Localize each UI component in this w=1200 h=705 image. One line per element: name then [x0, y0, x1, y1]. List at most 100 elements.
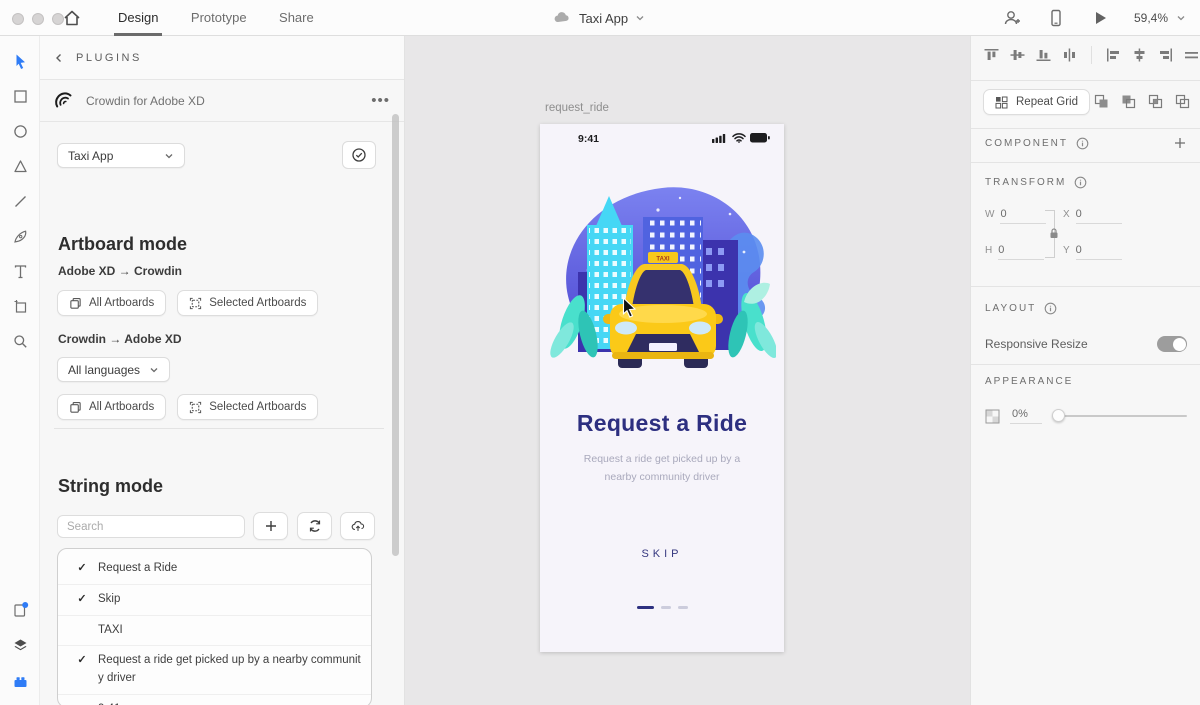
check-sync-button[interactable] — [342, 141, 376, 169]
phone-screen-subtitle[interactable]: Request a ride get picked up by a nearby… — [572, 450, 752, 487]
string-list-item[interactable]: 9:41 — [58, 694, 371, 705]
selected-artboards-button[interactable]: Selected Artboards — [177, 394, 319, 420]
line-tool-icon[interactable] — [0, 184, 40, 219]
design-canvas[interactable]: request_ride 9:41 TAXI Request a Ride Re… — [405, 36, 970, 705]
info-icon[interactable] — [1074, 176, 1087, 189]
copy-stack-icon — [70, 297, 81, 309]
align-left-icon[interactable] — [1105, 47, 1122, 63]
pen-tool-icon[interactable] — [0, 219, 40, 254]
rectangle-tool-icon[interactable] — [0, 79, 40, 114]
responsive-resize-toggle[interactable] — [1157, 336, 1187, 352]
x-input[interactable]: 0 — [1075, 208, 1122, 224]
string-list-item[interactable]: ✓ Skip — [58, 583, 371, 615]
zoom-level-value: 59,4% — [1133, 11, 1168, 25]
boolean-add-icon[interactable] — [1093, 93, 1110, 109]
string-list-item[interactable]: ✓ Request a Ride — [58, 554, 371, 584]
lock-aspect-icon[interactable] — [1049, 228, 1059, 239]
boolean-intersect-icon[interactable] — [1147, 93, 1164, 109]
artboard-name-label[interactable]: request_ride — [545, 102, 609, 114]
section-divider — [971, 80, 1200, 81]
phone-screen-title[interactable]: Request a Ride — [540, 410, 784, 437]
info-icon[interactable] — [1044, 302, 1057, 315]
all-artboards-button[interactable]: All Artboards — [57, 290, 167, 316]
repeat-grid-button[interactable]: Repeat Grid — [983, 89, 1091, 115]
selection-icon — [190, 297, 202, 309]
titlebar: Design Prototype Share Taxi App 59,4% — [0, 0, 1200, 36]
home-icon[interactable] — [62, 8, 82, 28]
artboard-request-ride[interactable]: 9:41 TAXI Request a Ride Request a ride … — [540, 124, 784, 652]
document-title: Taxi App — [579, 10, 629, 26]
chevron-down-icon — [636, 16, 644, 21]
align-top-icon[interactable] — [983, 47, 1000, 63]
opacity-value[interactable]: 0% — [1010, 408, 1042, 424]
align-vertical-center-icon[interactable] — [1009, 47, 1026, 63]
boolean-exclude-icon[interactable] — [1174, 93, 1191, 109]
section-divider — [971, 162, 1200, 163]
project-select[interactable]: Taxi App — [57, 143, 185, 168]
search-input[interactable] — [57, 515, 245, 538]
transform-section-label: TRANSFORM — [985, 176, 1087, 189]
panel-scrollbar[interactable] — [392, 114, 399, 556]
device-preview-icon[interactable] — [1046, 8, 1066, 28]
zoom-tool-icon[interactable] — [0, 324, 40, 359]
distribute-horizontal-icon[interactable] — [1183, 47, 1200, 63]
string-list-item[interactable]: TAXI — [58, 614, 371, 646]
text-tool-icon[interactable] — [0, 254, 40, 289]
string-text: Request a ride get picked up by a nearby… — [98, 654, 361, 685]
align-bottom-icon[interactable] — [1035, 47, 1052, 63]
languages-select[interactable]: All languages — [57, 357, 170, 382]
invite-user-icon[interactable] — [1002, 8, 1022, 28]
libraries-icon[interactable] — [0, 591, 40, 627]
taxi-illustration[interactable]: TAXI — [548, 182, 776, 380]
y-input[interactable]: 0 — [1075, 244, 1122, 260]
document-title-chip[interactable]: Taxi App — [552, 0, 645, 36]
tab-prototype[interactable]: Prototype — [191, 0, 247, 36]
svg-text:TAXI: TAXI — [656, 257, 670, 263]
upload-strings-button[interactable] — [340, 512, 375, 540]
tab-design[interactable]: Design — [113, 0, 163, 36]
selected-artboards-label: Selected Artboards — [209, 401, 307, 413]
info-icon[interactable] — [1076, 137, 1089, 150]
direction-crowdin-to-xd: Crowdin → Adobe XD — [58, 332, 182, 346]
width-input[interactable]: 0 — [1000, 208, 1047, 224]
ellipse-tool-icon[interactable] — [0, 114, 40, 149]
artboard-tool-icon[interactable] — [0, 289, 40, 324]
refresh-strings-button[interactable] — [297, 512, 332, 540]
add-string-button[interactable] — [253, 512, 288, 540]
wifi-icon — [732, 133, 746, 143]
plugins-header-label: PLUGINS — [76, 51, 142, 64]
window-close-button[interactable] — [12, 13, 24, 25]
plugin-more-menu[interactable]: ••• — [371, 92, 390, 109]
all-artboards-button[interactable]: All Artboards — [57, 394, 167, 420]
cloud-upload-icon — [351, 521, 364, 531]
string-list: ✓ Request a Ride ✓ Skip TAXI ✓ Request a ri… — [57, 548, 372, 705]
align-horizontal-center-icon[interactable] — [1131, 47, 1148, 63]
skip-button[interactable]: SKIP — [540, 548, 784, 560]
align-right-icon[interactable] — [1157, 47, 1174, 63]
distribute-vertical-icon[interactable] — [1061, 47, 1078, 63]
height-input[interactable]: 0 — [998, 244, 1045, 260]
selection-icon — [190, 401, 202, 413]
selected-artboards-button[interactable]: Selected Artboards — [177, 290, 319, 316]
crowdin-logo-icon — [55, 91, 72, 107]
back-chevron-icon[interactable] — [54, 53, 64, 63]
string-text: TAXI — [98, 623, 123, 636]
appearance-section-label: APPEARANCE — [985, 376, 1074, 387]
window-minimize-button[interactable] — [32, 13, 44, 25]
play-preview-icon[interactable] — [1090, 8, 1110, 28]
status-time: 9:41 — [578, 133, 600, 145]
select-tool-icon[interactable] — [0, 44, 40, 79]
refresh-icon — [309, 520, 320, 532]
opacity-slider[interactable] — [1051, 409, 1187, 423]
layers-icon[interactable] — [0, 627, 40, 663]
toolbar-separator — [1091, 46, 1092, 64]
zoom-level-control[interactable]: 59,4% — [1134, 11, 1186, 25]
plugins-icon[interactable] — [0, 663, 40, 699]
responsive-resize-label: Responsive Resize — [985, 337, 1088, 351]
polygon-tool-icon[interactable] — [0, 149, 40, 184]
tab-share[interactable]: Share — [279, 0, 314, 36]
add-component-icon[interactable] — [1173, 136, 1187, 150]
boolean-subtract-icon[interactable] — [1120, 93, 1137, 109]
string-list-item[interactable]: ✓ Request a ride get picked up by a nearb… — [58, 645, 371, 694]
direction-xd-to-crowdin: Adobe XD → Crowdin — [58, 264, 182, 278]
